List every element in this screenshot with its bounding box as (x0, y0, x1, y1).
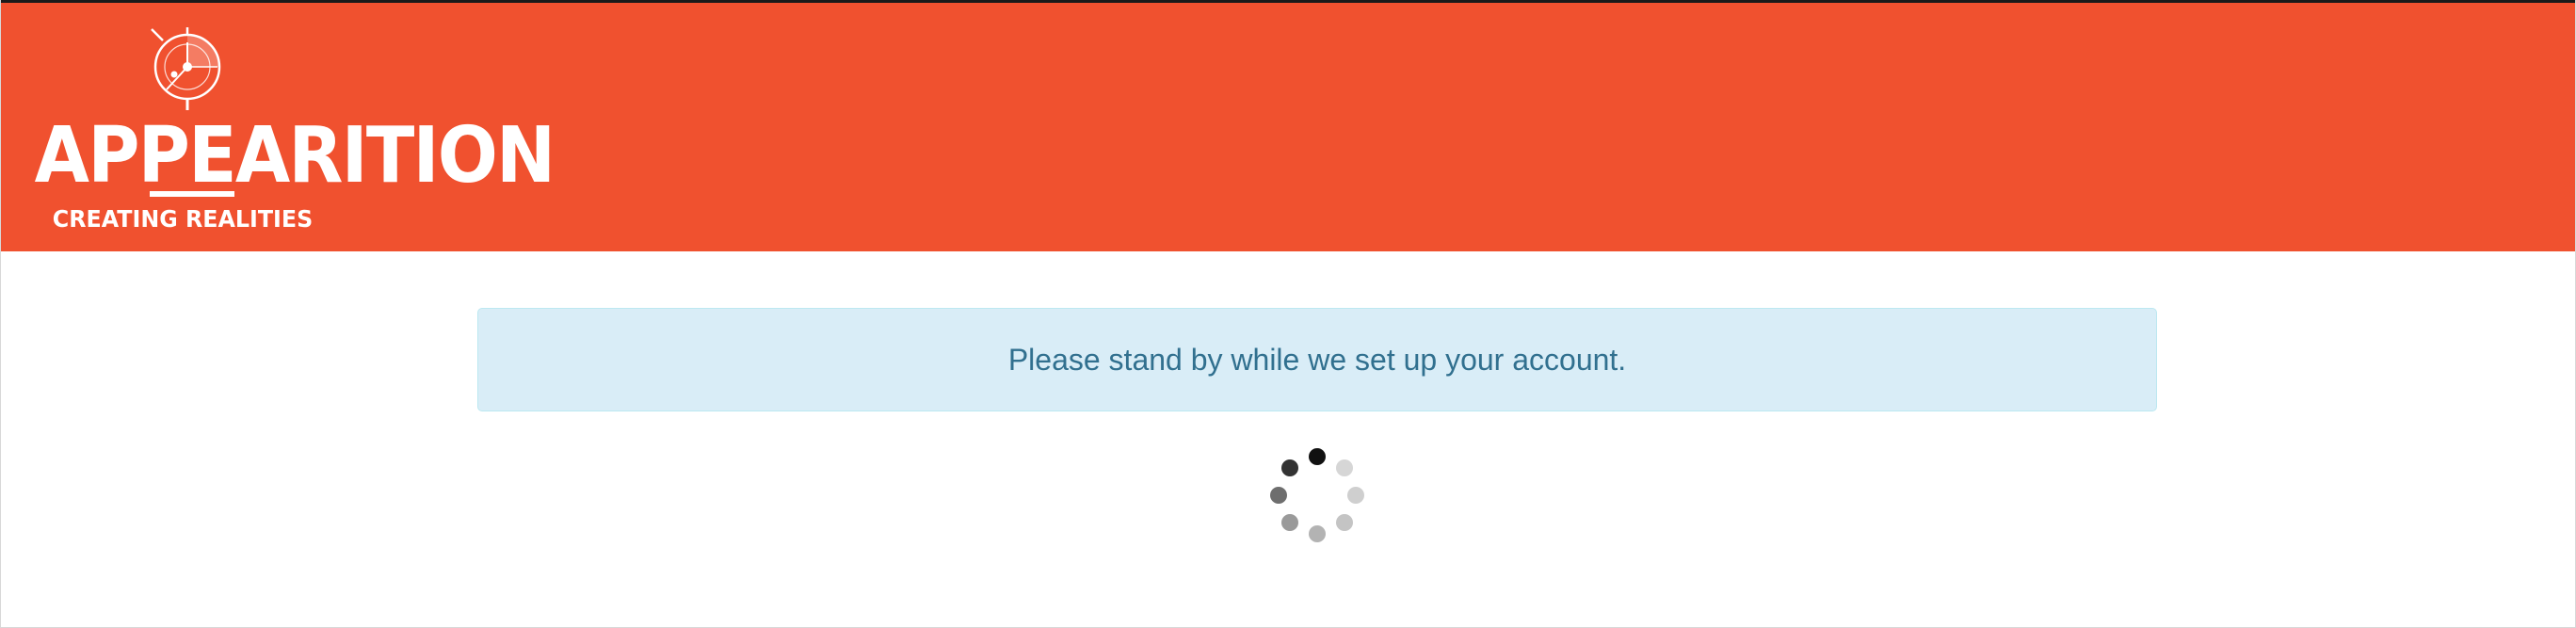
brand-underline (150, 191, 234, 197)
spinner-dot (1281, 514, 1298, 531)
spinner-dot (1309, 525, 1326, 542)
loading-spinner-icon (1270, 448, 1364, 542)
status-message: Please stand by while we set up your acc… (1007, 343, 1627, 377)
compass-reticle-icon (151, 27, 221, 110)
brand-tagline: CREATING REALITIES (52, 205, 314, 233)
spinner-dot (1336, 459, 1353, 476)
spinner-dot (1270, 487, 1287, 504)
status-alert: Please stand by while we set up your acc… (477, 308, 2157, 411)
brand-name: APPEARITION (34, 111, 555, 201)
spinner-dot (1281, 459, 1298, 476)
app-window: APPEARITION CREATING REALITIES Please st… (0, 0, 2576, 628)
spinner-dot (1336, 514, 1353, 531)
brand-logo[interactable]: APPEARITION CREATING REALITIES (22, 24, 555, 240)
spinner-dot (1347, 487, 1364, 504)
spinner-dot (1309, 448, 1326, 465)
site-header: APPEARITION CREATING REALITIES (1, 3, 2575, 251)
